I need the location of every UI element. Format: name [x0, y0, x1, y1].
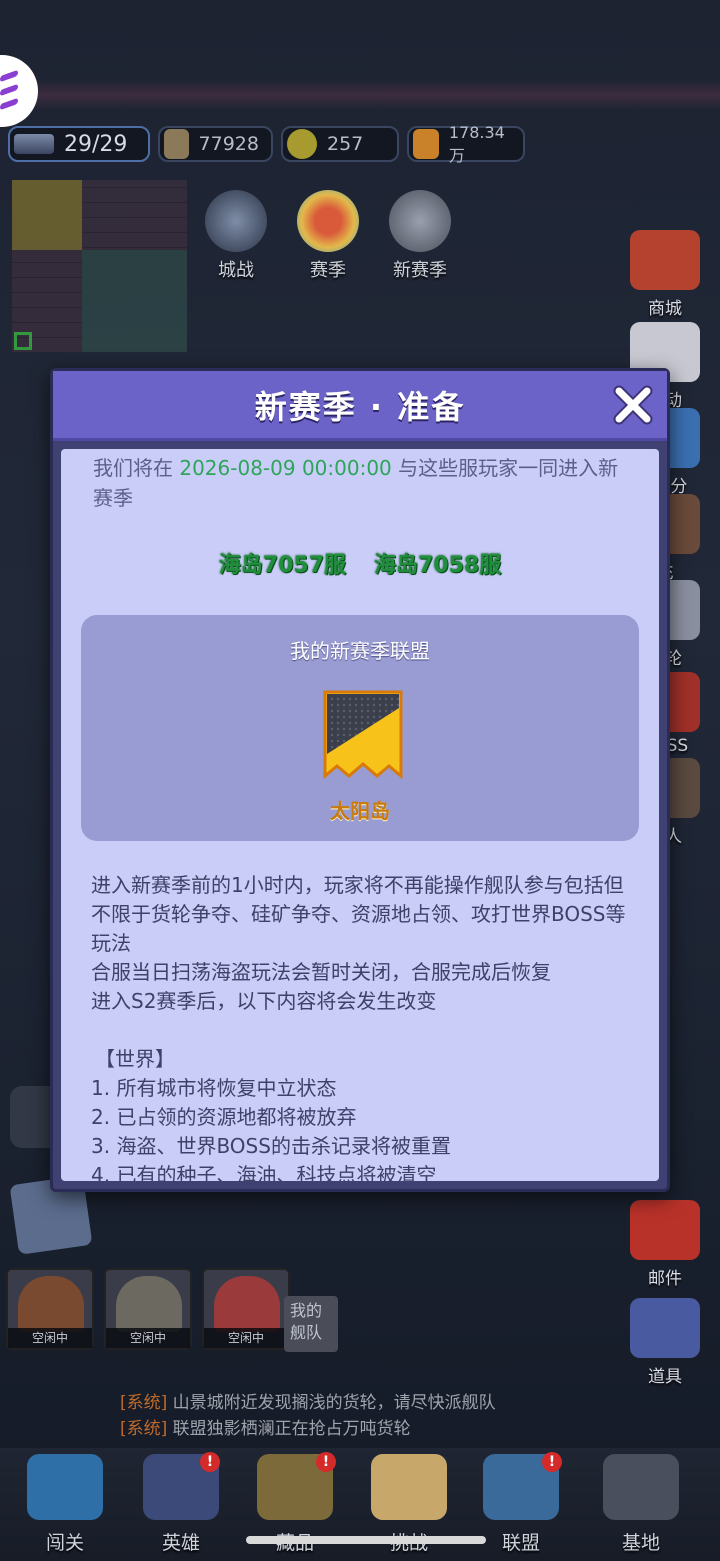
mail-button[interactable]: 邮件 — [620, 1200, 710, 1289]
fleet-capacity[interactable]: 29/29 — [8, 126, 150, 162]
ship-icon — [14, 134, 54, 154]
resource-oil-value: 257 — [327, 133, 364, 155]
new-season-button[interactable]: 新赛季 — [389, 190, 451, 282]
home-indicator[interactable] — [246, 1536, 486, 1544]
resource-bar: 29/29 77928 257 178.34万 — [8, 123, 530, 165]
crew-card[interactable]: 空闲中 — [6, 1268, 94, 1350]
emblem-icon — [389, 190, 451, 252]
nav-hero[interactable]: ! 英雄 — [126, 1448, 236, 1555]
season-intro: 我们将在 2026-08-09 00:00:00 与这些服玩家一同进入新赛季 — [93, 456, 619, 510]
scroll-icon — [164, 129, 189, 159]
idle-crew-list: 空闲中 空闲中 空闲中 — [6, 1268, 290, 1350]
battle-icon — [27, 1454, 103, 1520]
close-icon — [613, 385, 653, 425]
close-button[interactable] — [609, 381, 657, 429]
rule-item: 4. 已有的种子、海油、科技点将被清空 — [91, 1163, 437, 1181]
mail-icon — [630, 1200, 700, 1260]
dialog-title: 新赛季 · 准备 — [254, 387, 466, 426]
my-fleet-button[interactable]: 我的舰队 — [284, 1296, 338, 1352]
resource-coins-value: 77928 — [198, 133, 259, 155]
alliance-flag-icon — [323, 690, 403, 780]
city-war-button[interactable]: 城战 — [205, 190, 267, 282]
shop-icon — [630, 230, 700, 290]
world-minimap[interactable] — [12, 180, 187, 352]
rule-item: 3. 海盗、世界BOSS的击杀记录将被重置 — [91, 1134, 451, 1158]
crew-card[interactable]: 空闲中 — [202, 1268, 290, 1350]
challenge-icon — [371, 1454, 447, 1520]
system-message: [系统] 山景城附近发现搁浅的货轮，请尽快派舰队 — [120, 1393, 496, 1413]
notification-badge: ! — [316, 1452, 336, 1472]
nav-base[interactable]: 基地 — [586, 1448, 696, 1555]
crew-card[interactable]: 空闲中 — [104, 1268, 192, 1350]
dialog-body[interactable]: 我们将在 2026-08-09 00:00:00 与这些服玩家一同进入新赛季 海… — [61, 449, 659, 1181]
resource-coins[interactable]: 77928 — [158, 126, 273, 162]
season-start-date: 2026-08-09 00:00:00 — [179, 456, 392, 480]
section-heading: 【世界】 — [95, 1047, 175, 1071]
captain-avatar — [214, 1276, 280, 1332]
anchor-icon — [297, 190, 359, 252]
alliance-card-title: 我的新赛季联盟 — [290, 639, 430, 663]
rule-item: 2. 已占领的资源地都将被放弃 — [91, 1105, 357, 1129]
dialog-header: 新赛季 · 准备 — [53, 371, 667, 441]
system-message: [系统] 联盟独影栖澜正在抢占万吨货轮 — [120, 1419, 411, 1439]
resource-fuel-value: 178.34万 — [448, 122, 505, 165]
captain-avatar — [18, 1276, 84, 1332]
resource-oil[interactable]: 257 — [281, 126, 399, 162]
captain-avatar — [116, 1276, 182, 1332]
server-name: 海岛7058服 — [374, 553, 502, 578]
system-message-feed[interactable]: [系统] 山景城附近发现搁浅的货轮，请尽快派舰队 [系统] 联盟独影栖澜正在抢占… — [120, 1390, 570, 1442]
alliance-card: 我的新赛季联盟 太阳岛 — [81, 615, 639, 841]
notification-badge: ! — [200, 1452, 220, 1472]
castle-icon — [205, 190, 267, 252]
server-name: 海岛7057服 — [218, 553, 346, 578]
season-rules-text: 进入新赛季前的1小时内，玩家将不再能操作舰队参与包括但不限于货轮争夺、硅矿争夺、… — [91, 871, 635, 1181]
merged-servers: 海岛7057服 海岛7058服 — [61, 547, 659, 579]
fuel-can-icon — [413, 129, 439, 159]
fleet-capacity-value: 29/29 — [64, 131, 128, 157]
base-icon — [603, 1454, 679, 1520]
minimap-cursor — [14, 332, 32, 350]
top-feature-icons: 城战 赛季 新赛季 — [205, 190, 451, 282]
bag-icon — [630, 1298, 700, 1358]
new-season-dialog: 新赛季 · 准备 我们将在 2026-08-09 00:00:00 与这些服玩家… — [50, 368, 670, 1192]
bottom-navigation: 闯关 ! 英雄 ! 藏品 挑战 ! 联盟 基地 — [0, 1448, 720, 1561]
rule-item: 1. 所有城市将恢复中立状态 — [91, 1076, 337, 1100]
season-button[interactable]: 赛季 — [297, 190, 359, 282]
items-button[interactable]: 道具 — [620, 1298, 710, 1387]
resource-fuel[interactable]: 178.34万 — [407, 123, 525, 165]
notification-badge: ! — [542, 1452, 562, 1472]
shop-button[interactable]: 商城 — [620, 230, 710, 319]
seed-icon — [287, 129, 317, 159]
alliance-name: 太阳岛 — [330, 799, 390, 823]
nav-stage[interactable]: 闯关 — [10, 1448, 120, 1555]
background-glow — [0, 80, 720, 110]
